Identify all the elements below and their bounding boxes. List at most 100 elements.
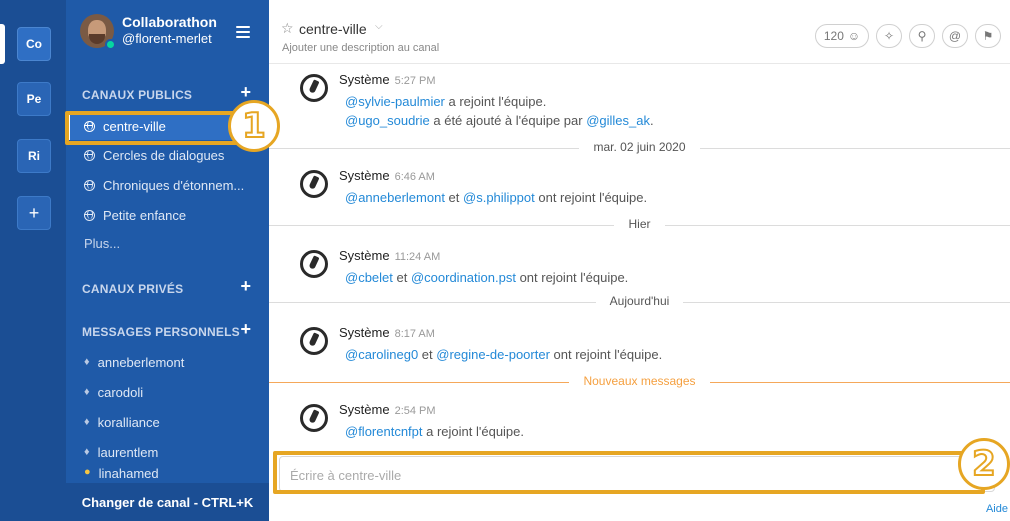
channel-title[interactable]: centre-ville (299, 21, 367, 37)
menu-icon[interactable] (236, 26, 250, 38)
add-private-channel-button[interactable]: + (240, 276, 251, 297)
pin-button[interactable]: ✧ (876, 24, 902, 48)
team-button-ri[interactable]: Ri (17, 139, 51, 173)
dm-item-koralliance[interactable]: ♦ koralliance (66, 408, 269, 436)
team-button-co[interactable]: Co (17, 27, 51, 61)
mattermost-logo-icon (300, 74, 328, 102)
more-channels-link[interactable]: Plus... (84, 236, 120, 251)
mattermost-logo-icon (300, 170, 328, 198)
mattermost-logo-icon (300, 250, 328, 278)
user-mention-link[interactable]: @ugo_soudrie (345, 113, 430, 128)
user-icon: ♦ (84, 446, 90, 458)
channel-description[interactable]: Ajouter une description au canal (282, 42, 439, 54)
message-text: . (649, 113, 654, 128)
dm-item-carodoli[interactable]: ♦ carodoli (66, 378, 269, 406)
main-panel: ☆ centre-ville ⌵ Ajouter une description… (269, 0, 1010, 521)
post-time[interactable]: 8:17 AM (395, 328, 435, 340)
message-feed: Système 5:27 PM @sylvie-paulmier a rejoint… (269, 64, 1010, 448)
favorite-star-icon[interactable]: ☆ (281, 20, 294, 37)
dm-item-anneberlemont[interactable]: ♦ anneberlemont (66, 348, 269, 376)
user-mention-link[interactable]: @gilles_ak (586, 113, 650, 128)
new-messages-divider: Nouveaux messages (269, 374, 1010, 390)
sender-name: Système (339, 72, 390, 87)
team-sidebar: Co Pe Ri + (0, 0, 66, 521)
user-mention-link[interactable]: @s.philippot (463, 190, 535, 205)
app-window: Co Pe Ri + Collaborathon @florent-merlet… (0, 0, 1010, 521)
divider-label: mar. 02 juin 2020 (579, 140, 700, 154)
user-mention-link[interactable]: @anneberlemont (345, 190, 445, 205)
post-sender[interactable]: Système 6:46 AM (339, 168, 435, 183)
active-team-indicator (0, 24, 5, 64)
post-message: @sylvie-paulmier a rejoint l'équipe. (345, 94, 546, 109)
highlight-channel-box (65, 111, 255, 145)
search-button[interactable]: ⚲ (909, 24, 935, 48)
message-text: a rejoint l'équipe. (422, 424, 525, 439)
post-sender[interactable]: Système 11:24 AM (339, 248, 440, 263)
sender-name: Système (339, 168, 390, 183)
channel-item-chroniques[interactable]: Chroniques d'étonnem... (66, 171, 269, 199)
dm-item-linahamed[interactable]: ● linahamed (66, 466, 269, 484)
post-sender[interactable]: Système 2:54 PM (339, 402, 436, 417)
avatar-beard (89, 34, 105, 44)
dm-label: laurentlem (97, 444, 159, 460)
callout-number: 2 (971, 444, 997, 484)
user-icon: ● (84, 466, 91, 478)
callout-number: 1 (241, 106, 267, 146)
globe-icon (84, 179, 95, 191)
callout-1: 1 (228, 100, 280, 152)
add-team-button[interactable]: + (17, 196, 51, 230)
post-time[interactable]: 2:54 PM (395, 405, 436, 417)
user-mention-link[interactable]: @coordination.pst (411, 270, 516, 285)
globe-icon (84, 149, 95, 161)
sender-name: Système (339, 325, 390, 340)
public-channels-title: CANAUX PUBLICS (82, 88, 193, 102)
message-text: ont rejoint l'équipe. (534, 190, 648, 205)
user-icon: ♦ (84, 416, 90, 428)
help-link[interactable]: Aide (986, 503, 1008, 515)
dm-label: linahamed (98, 466, 159, 481)
mattermost-logo-icon (300, 404, 328, 432)
add-direct-message-button[interactable]: + (240, 319, 251, 340)
post-sender[interactable]: Système 8:17 AM (339, 325, 435, 340)
user-mention-link[interactable]: @sylvie-paulmier (345, 94, 445, 109)
member-count-button[interactable]: 120 ☺ (815, 24, 869, 48)
sender-name: Système (339, 402, 390, 417)
divider-label-wrap: Hier (269, 217, 1010, 231)
channel-header: ☆ centre-ville ⌵ Ajouter une description… (269, 0, 1010, 64)
callout-2: 2 (958, 438, 1010, 490)
chevron-down-icon[interactable]: ⌵ (375, 21, 383, 32)
dm-item-laurentlem[interactable]: ♦ laurentlem (66, 438, 269, 466)
message-text: a été ajouté à l'équipe par (429, 113, 587, 128)
globe-icon (84, 209, 95, 221)
mentions-button[interactable]: @ (942, 24, 968, 48)
member-count: 120 (823, 29, 844, 43)
user-mention-link[interactable]: @carolineg0 (345, 347, 418, 362)
post-message: @florentcnfpt a rejoint l'équipe. (345, 424, 524, 439)
message-text: et (418, 347, 437, 362)
divider-label-wrap: Nouveaux messages (269, 374, 1010, 388)
message-text: ont rejoint l'équipe. (549, 347, 663, 362)
user-mention-link[interactable]: @regine-de-poorter (436, 347, 550, 362)
user-mention-link[interactable]: @florentcnfpt (345, 424, 423, 439)
date-divider: mar. 02 juin 2020 (269, 140, 1010, 156)
user-name: @florent-merlet (122, 31, 212, 46)
message-text: et (392, 270, 411, 285)
channel-item-petite-enfance[interactable]: Petite enfance (66, 201, 269, 229)
flag-button[interactable]: ⚑ (975, 24, 1001, 48)
online-status-icon (105, 39, 116, 50)
flag-icon: ⚑ (982, 29, 994, 43)
user-mention-link[interactable]: @cbelet (345, 270, 393, 285)
divider-label: Hier (614, 217, 665, 231)
post-sender[interactable]: Système 5:27 PM (339, 72, 436, 87)
sender-name: Système (339, 248, 390, 263)
direct-messages-title: MESSAGES PERSONNELS (82, 325, 240, 339)
dm-label: koralliance (97, 414, 160, 430)
pin-icon: ✧ (883, 29, 895, 43)
divider-label: Nouveaux messages (569, 374, 710, 388)
switch-channel-button[interactable]: Changer de canal - CTRL+K (66, 483, 269, 521)
post-time[interactable]: 6:46 AM (395, 171, 435, 183)
post-time[interactable]: 5:27 PM (395, 75, 436, 87)
team-button-pe[interactable]: Pe (17, 82, 51, 116)
post-time[interactable]: 11:24 AM (395, 251, 441, 263)
user-icon: ♦ (84, 356, 90, 368)
